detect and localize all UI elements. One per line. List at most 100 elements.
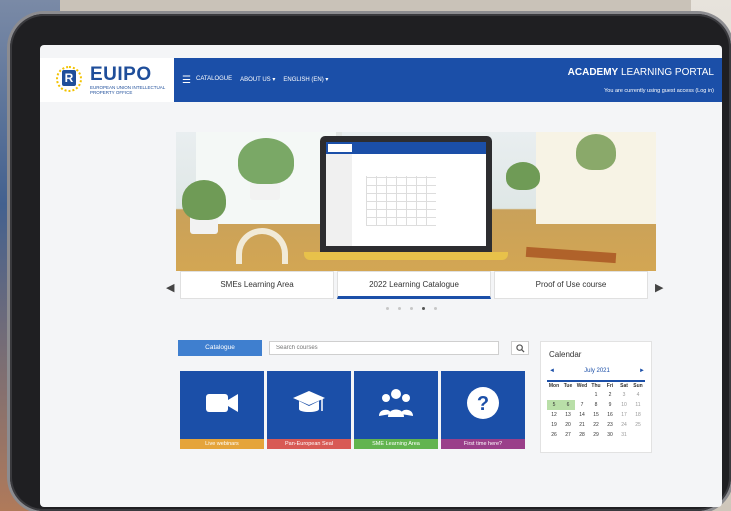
calendar-day[interactable]: 2 — [603, 390, 617, 400]
nav-language[interactable]: ENGLISH (EN) ▾ — [283, 76, 328, 83]
carousel-slide-image[interactable] — [176, 132, 656, 271]
carousel-tab-smes[interactable]: SMEs Learning Area — [180, 271, 334, 299]
calendar-title: Calendar — [549, 350, 582, 359]
logo-subtext: EUROPEAN UNION INTELLECTUAL PROPERTY OFF… — [90, 85, 166, 95]
tile-first-time-here[interactable]: ? First time here? — [441, 371, 525, 449]
search-courses-input[interactable] — [269, 341, 499, 355]
calendar-day[interactable]: 24 — [617, 420, 631, 430]
calendar-day[interactable]: 11 — [631, 400, 645, 410]
laptop-decor — [320, 136, 492, 258]
calendar-day[interactable]: 23 — [603, 420, 617, 430]
calendar-day[interactable]: 9 — [603, 400, 617, 410]
plant-decor — [182, 180, 226, 220]
portal-title-rest: LEARNING PORTAL — [621, 67, 714, 78]
notebook-decor — [525, 246, 617, 264]
calendar-day[interactable]: 25 — [631, 420, 645, 430]
carousel-dot[interactable] — [386, 307, 389, 310]
search-icon — [516, 344, 525, 353]
calendar-day[interactable]: 4 — [631, 390, 645, 400]
carousel-dot[interactable] — [434, 307, 437, 310]
calendar-day-header: Sun — [631, 380, 645, 390]
calendar-day-header: Tue — [561, 380, 575, 390]
calendar-week-row: 19 20 21 22 23 24 25 — [547, 420, 645, 430]
calendar-day[interactable]: 5 — [547, 400, 561, 410]
tile-sme-learning-area[interactable]: SME Learning Area — [354, 371, 438, 449]
calendar-day[interactable]: 17 — [617, 410, 631, 420]
top-navbar: ☰ CATALOGUE ABOUT US ▾ ENGLISH (EN) ▾ AC… — [174, 58, 722, 102]
tile-label: SME Learning Area — [354, 439, 438, 449]
calendar-day[interactable]: 30 — [603, 430, 617, 440]
calendar-day — [561, 390, 575, 400]
nav-about-us[interactable]: ABOUT US ▾ — [240, 76, 275, 83]
tablet-screen: R EUIPO EUROPEAN UNION INTELLECTUAL PROP… — [40, 45, 722, 507]
calendar-day[interactable]: 6 — [561, 400, 575, 410]
carousel-dot[interactable] — [410, 307, 413, 310]
menu-icon[interactable]: ☰ — [182, 75, 191, 86]
catalogue-button[interactable]: Catalogue — [178, 340, 262, 356]
logo-r-icon: R — [62, 70, 76, 86]
calendar-day[interactable]: 18 — [631, 410, 645, 420]
calendar-day[interactable]: 29 — [589, 430, 603, 440]
carousel-prev-icon[interactable]: ◀ — [166, 281, 174, 294]
tile-pan-european-seal[interactable]: Pan-European Seal — [267, 371, 351, 449]
calendar-week-row: 1234 — [547, 390, 645, 400]
users-icon — [379, 389, 413, 417]
calendar-day-header: Sat — [617, 380, 631, 390]
calendar-day-header: Thu — [589, 380, 603, 390]
calendar-day[interactable]: 3 — [617, 390, 631, 400]
calendar-day[interactable]: 19 — [547, 420, 561, 430]
calendar-day[interactable]: 20 — [561, 420, 575, 430]
logo-text: EUIPO — [90, 64, 152, 85]
guest-notice[interactable]: You are currently using guest access (Lo… — [604, 88, 714, 94]
calendar-day[interactable]: 28 — [575, 430, 589, 440]
calendar-month[interactable]: July 2021 — [549, 368, 645, 374]
question-icon: ? — [467, 387, 499, 419]
plant-decor — [506, 162, 540, 190]
plant-decor — [238, 138, 294, 184]
calendar-day[interactable]: 10 — [617, 400, 631, 410]
calendar-day-header: Wed — [575, 380, 589, 390]
calendar-week-row: 12 13 14 15 16 17 18 — [547, 410, 645, 420]
calendar-day[interactable]: 7 — [575, 400, 589, 410]
tile-label: Pan-European Seal — [267, 439, 351, 449]
laptop-screen-calendar — [366, 176, 436, 226]
calendar-day[interactable]: 1 — [589, 390, 603, 400]
tile-live-webinars[interactable]: Live webinars — [180, 371, 264, 449]
graduation-cap-icon — [293, 391, 325, 412]
calendar-day — [631, 430, 645, 440]
calendar-day[interactable]: 22 — [589, 420, 603, 430]
calendar-day[interactable]: 8 — [589, 400, 603, 410]
portal-title: ACADEMY LEARNING PORTAL — [568, 67, 714, 78]
headphones-decor — [236, 228, 288, 264]
calendar-next-icon[interactable]: ► — [639, 368, 645, 374]
calendar-day[interactable]: 27 — [561, 430, 575, 440]
calendar-day-header: Fri — [603, 380, 617, 390]
euipo-logo[interactable]: R EUIPO EUROPEAN UNION INTELLECTUAL PROP… — [40, 58, 174, 102]
calendar-day[interactable]: 31 — [617, 430, 631, 440]
plant-decor — [576, 134, 616, 170]
carousel-dot-active[interactable] — [422, 307, 425, 310]
calendar-day[interactable]: 12 — [547, 410, 561, 420]
carousel-dot[interactable] — [398, 307, 401, 310]
calendar-day-header: Mon — [547, 380, 561, 390]
nav-catalogue[interactable]: CATALOGUE — [196, 76, 232, 83]
tile-label: First time here? — [441, 439, 525, 449]
laptop-screen — [326, 142, 486, 246]
carousel-tab-proof-of-use[interactable]: Proof of Use course — [494, 271, 648, 299]
calendar-day[interactable]: 16 — [603, 410, 617, 420]
video-camera-icon — [206, 394, 238, 412]
laptop-screen-logo — [328, 144, 352, 152]
calendar-day[interactable]: 14 — [575, 410, 589, 420]
tile-label: Live webinars — [180, 439, 264, 449]
calendar-block: Calendar ◄ July 2021 ► Mon Tue Wed Thu Fri Sa… — [540, 341, 652, 453]
carousel-tab-catalogue[interactable]: 2022 Learning Catalogue — [337, 271, 491, 299]
calendar-day[interactable]: 26 — [547, 430, 561, 440]
calendar-table: Mon Tue Wed Thu Fri Sat Sun 1 2 3 4 5 6 7 8 9 10 11 12 13 1… — [547, 380, 645, 440]
carousel-next-icon[interactable]: ▶ — [655, 281, 663, 294]
calendar-day[interactable]: 21 — [575, 420, 589, 430]
svg-text:?: ? — [477, 393, 489, 415]
calendar-day[interactable]: 13 — [561, 410, 575, 420]
calendar-day[interactable]: 15 — [589, 410, 603, 420]
search-button[interactable] — [511, 341, 529, 355]
portal-title-bold: ACADEMY — [567, 67, 619, 78]
